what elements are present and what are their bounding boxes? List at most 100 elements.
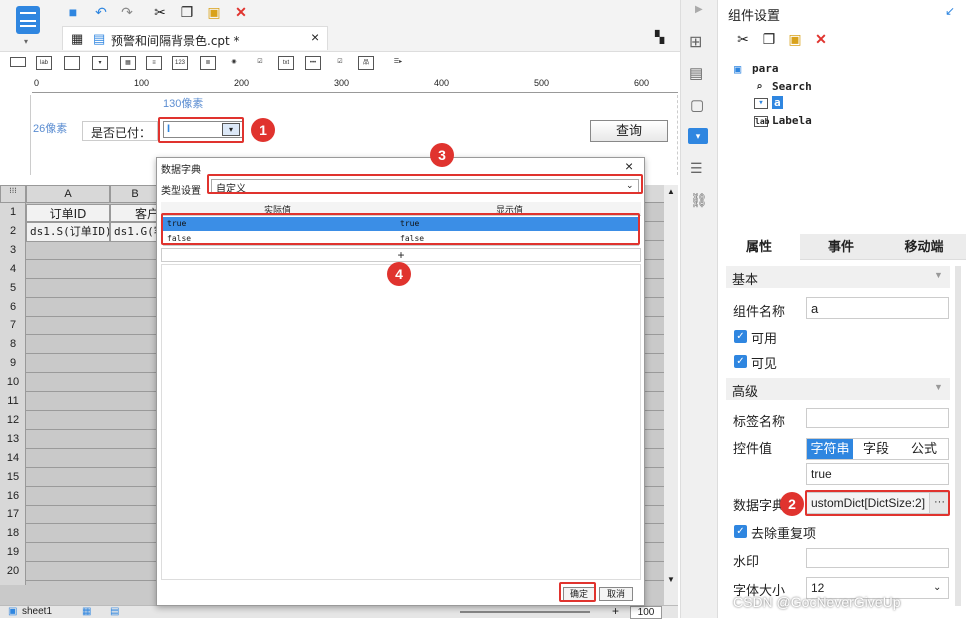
combo-widget-icon[interactable]: ▾ [92, 56, 108, 70]
tree-item-a[interactable]: a [772, 96, 783, 109]
row-header[interactable]: 7 [0, 319, 26, 337]
row-header[interactable]: 2 [0, 225, 26, 243]
col-header-a[interactable]: A [26, 185, 110, 203]
ctrl-type-field[interactable]: 字段 [853, 439, 899, 459]
tab-properties[interactable]: 属性 [718, 234, 800, 260]
section-basic[interactable]: 基本 ▼ [726, 266, 950, 288]
txt-widget-icon[interactable]: txt [278, 56, 294, 70]
row-header[interactable]: 18 [0, 527, 26, 545]
text-widget-icon[interactable]: lab [36, 56, 52, 70]
collapse-panel-icon[interactable]: ↙ [945, 4, 955, 18]
list-icon[interactable]: ☰ [690, 160, 703, 177]
scroll-up-icon[interactable]: ▲ [667, 187, 675, 196]
condition-icon[interactable]: ▤ [689, 64, 703, 82]
sheet-tab[interactable]: sheet1 [22, 606, 52, 617]
close-icon[interactable]: × [625, 158, 633, 174]
query-button[interactable]: 查询 [590, 120, 668, 142]
row-header[interactable]: 20 [0, 565, 26, 583]
copy-icon[interactable]: ❐ [760, 30, 778, 48]
textarea-widget-icon[interactable]: ≣ [200, 56, 216, 70]
widget-settings-icon[interactable]: ▾ [688, 128, 708, 144]
more-widgets-icon[interactable]: ☰▸ [390, 56, 406, 70]
row-header[interactable]: 3 [0, 244, 26, 262]
cell-attr-icon[interactable]: ⊞ [689, 32, 702, 52]
panel-scrollbar[interactable] [955, 266, 961, 606]
tree-item-search[interactable]: Search [772, 80, 812, 93]
ctrl-value-input[interactable]: true [806, 463, 949, 485]
file-tab[interactable]: ▦ ▤ 预警和间隔背景色.cpt * × [62, 26, 328, 50]
radio-widget-icon[interactable]: ◉ [226, 56, 242, 70]
ctrl-type-formula[interactable]: 公式 [899, 439, 949, 459]
save-icon[interactable]: ■ [64, 3, 82, 21]
cell-a2[interactable]: ds1.S(订单ID) [26, 222, 110, 242]
visible-checkbox[interactable]: ✓ [734, 355, 747, 368]
col-header-b[interactable]: B [110, 185, 160, 203]
add-row-button[interactable]: + [161, 248, 641, 262]
label-widget-icon[interactable] [10, 57, 26, 67]
row-header[interactable]: 1 [0, 206, 26, 224]
frame-icon[interactable]: ▢ [690, 96, 704, 114]
number-widget-icon[interactable]: 123 [172, 56, 188, 70]
zoom-slider[interactable] [460, 611, 590, 613]
chevron-down-icon[interactable]: ▼ [934, 382, 943, 392]
row-header[interactable]: 15 [0, 471, 26, 489]
row-header[interactable]: 17 [0, 508, 26, 526]
tree-item-labela[interactable]: Labela [772, 114, 812, 127]
add-poly-sheet-icon[interactable]: ▤ [110, 606, 119, 617]
cell-b1[interactable]: 客户 [110, 204, 160, 222]
date-widget-icon[interactable]: ▦ [120, 56, 136, 70]
close-icon[interactable]: × [311, 29, 319, 45]
dedupe-checkbox[interactable]: ✓ [734, 525, 747, 538]
button-widget-icon[interactable] [64, 56, 80, 70]
row-header[interactable]: 14 [0, 452, 26, 470]
chevron-down-icon[interactable]: ▼ [934, 270, 943, 280]
chevron-down-icon[interactable]: ▾ [24, 37, 28, 46]
delete-icon[interactable]: ✕ [812, 30, 830, 48]
vertical-scrollbar[interactable]: ▲ ▼ [664, 185, 678, 605]
paste-icon[interactable]: ▣ [205, 3, 223, 21]
row-header[interactable]: 12 [0, 414, 26, 432]
row-header[interactable]: 6 [0, 301, 26, 319]
enabled-checkbox[interactable]: ✓ [734, 330, 747, 343]
name-input[interactable]: a [806, 297, 949, 319]
tab-mobile[interactable]: 移动端 [882, 234, 966, 260]
paste-icon[interactable]: ▣ [786, 30, 804, 48]
zoom-in-icon[interactable]: + [612, 604, 619, 618]
cancel-button[interactable]: 取消 [599, 587, 633, 601]
row-header[interactable]: 5 [0, 282, 26, 300]
tab-events[interactable]: 事件 [800, 234, 882, 260]
checkbox-group-icon[interactable]: ☑ [252, 56, 268, 70]
collapse-icon[interactable]: ▶ [695, 4, 703, 15]
cut-icon[interactable]: ✂ [151, 3, 169, 21]
tree-root[interactable]: para [752, 62, 779, 75]
password-widget-icon[interactable]: ••• [305, 56, 321, 70]
list-widget-icon[interactable]: ≡ [146, 56, 162, 70]
row-header[interactable]: 16 [0, 490, 26, 508]
add-sheet-icon[interactable]: ▦ [82, 606, 91, 617]
row-header[interactable]: 9 [0, 357, 26, 375]
row-header[interactable]: 13 [0, 433, 26, 451]
copy-icon[interactable]: ❐ [178, 3, 196, 21]
delete-icon[interactable]: ✕ [232, 3, 250, 21]
chevron-down-icon[interactable]: ⌄ [933, 582, 941, 593]
row-header[interactable]: 8 [0, 338, 26, 356]
section-advanced[interactable]: 高级 ▼ [726, 378, 950, 400]
zoom-value[interactable]: 100 [630, 606, 662, 619]
redo-icon[interactable]: ↷ [118, 3, 136, 21]
corner-cell[interactable]: ⁝⁝⁝ [0, 185, 26, 203]
tag-input[interactable] [806, 408, 949, 428]
link-icon[interactable]: ⛓ [690, 192, 708, 209]
row-header[interactable]: 19 [0, 546, 26, 564]
ctrl-type-string[interactable]: 字符串 [807, 439, 853, 459]
row-header[interactable]: 4 [0, 263, 26, 281]
cell-a1[interactable]: 订单ID [26, 204, 110, 222]
pin-icon[interactable]: ▚ [655, 30, 664, 44]
undo-icon[interactable]: ↶ [92, 3, 110, 21]
app-menu-icon[interactable] [16, 6, 40, 34]
cut-icon[interactable]: ✂ [734, 30, 752, 48]
row-header[interactable]: 10 [0, 376, 26, 394]
row-header[interactable]: 11 [0, 395, 26, 413]
checkbox-widget-icon[interactable]: ☑ [332, 56, 348, 70]
watermark-input[interactable] [806, 548, 949, 568]
cell-b2[interactable]: ds1.G(客 [110, 222, 160, 242]
